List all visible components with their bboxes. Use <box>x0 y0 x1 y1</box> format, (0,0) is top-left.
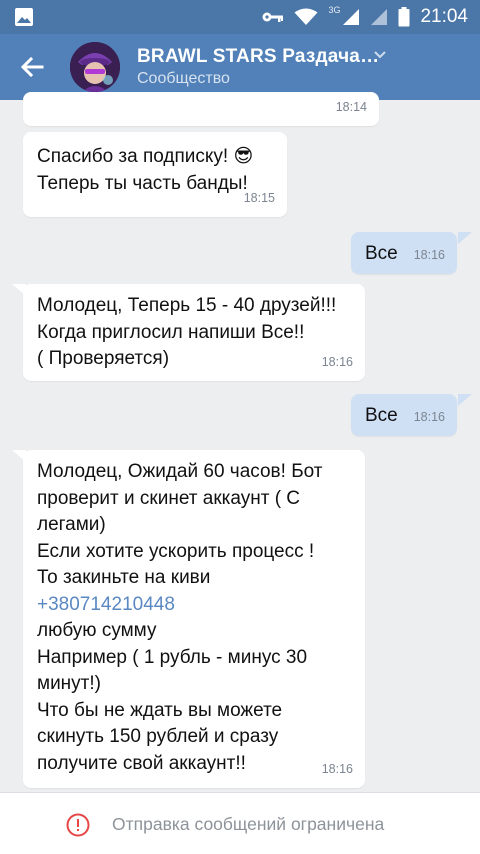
message-text: Например ( 1 рубль - минус 30 <box>37 646 308 668</box>
message-text: любую сумму <box>37 620 157 641</box>
message-text: получите свой аккаунт!! <box>37 752 246 774</box>
message-bubble[interactable]: 18:14 <box>23 92 379 126</box>
network-type: 3G <box>328 5 341 15</box>
message-bubble[interactable]: Все 18:16 <box>351 232 457 274</box>
restricted-message: Отправка сообщений ограничена <box>112 814 385 834</box>
message-text: ( Проверяется) <box>37 348 170 369</box>
message-text: Что бы не ждать вы можете <box>37 699 283 721</box>
avatar[interactable] <box>70 42 120 92</box>
phone-link[interactable]: +380714210448 <box>37 592 351 619</box>
message-time: 18:14 <box>335 99 367 114</box>
status-bar: 3G 21:04 <box>0 0 480 34</box>
message-text: То закиньте на киви <box>37 567 211 588</box>
bubble-tail <box>458 232 472 244</box>
message-text: проверит и скинет аккаунт ( С <box>37 487 301 509</box>
clock: 21:04 <box>420 6 468 27</box>
chat-subtitle: Сообщество <box>137 70 230 87</box>
message-text: минут!) <box>37 673 101 694</box>
wifi-icon <box>294 8 318 25</box>
message-bubble[interactable]: Все 18:16 <box>351 394 457 436</box>
message-text: легами) <box>37 514 106 535</box>
signal-icon <box>371 9 388 25</box>
chat-header: BRAWL STARS Раздача… Сообщество <box>0 34 480 100</box>
key-icon <box>262 12 284 22</box>
message-bubble[interactable]: Молодец, Теперь 15 - 40 друзей!!! Когда … <box>23 284 365 381</box>
bubble-tail <box>458 394 472 406</box>
chat-title[interactable]: BRAWL STARS Раздача… <box>137 46 379 68</box>
message-text: Спасибо за подписку! 😎 <box>37 146 254 167</box>
message-time: 18:16 <box>321 761 353 776</box>
battery-icon <box>398 7 410 27</box>
message-text: Молодец, Ожидай 60 часов! Бот <box>37 461 323 482</box>
image-icon <box>15 8 33 26</box>
message-text: Молодец, Теперь 15 - 40 друзей!!! <box>37 295 337 316</box>
message-time: 18:15 <box>243 190 275 205</box>
message-time: 18:16 <box>321 354 353 369</box>
signal-icon <box>343 9 360 25</box>
message-text: Если хотите ускорить процесс ! <box>37 540 315 562</box>
composer-disabled-bar: Отправка сообщений ограничена <box>0 792 480 854</box>
message-bubble[interactable]: Спасибо за подписку! 😎 Теперь ты часть б… <box>23 132 287 217</box>
chevron-down-icon[interactable] <box>373 49 387 61</box>
message-text: скинуть 150 рублей и сразу <box>37 726 279 747</box>
message-time: 18:16 <box>413 247 445 262</box>
message-bubble[interactable]: Молодец, Ожидай 60 часов! Бот проверит и… <box>23 450 365 788</box>
message-text: Когда приглосил напиши Все!! <box>37 321 305 343</box>
message-time: 18:16 <box>413 409 445 424</box>
back-arrow-icon[interactable] <box>16 51 48 83</box>
message-text: Теперь ты часть банды! <box>37 172 248 194</box>
warning-icon <box>66 813 90 837</box>
